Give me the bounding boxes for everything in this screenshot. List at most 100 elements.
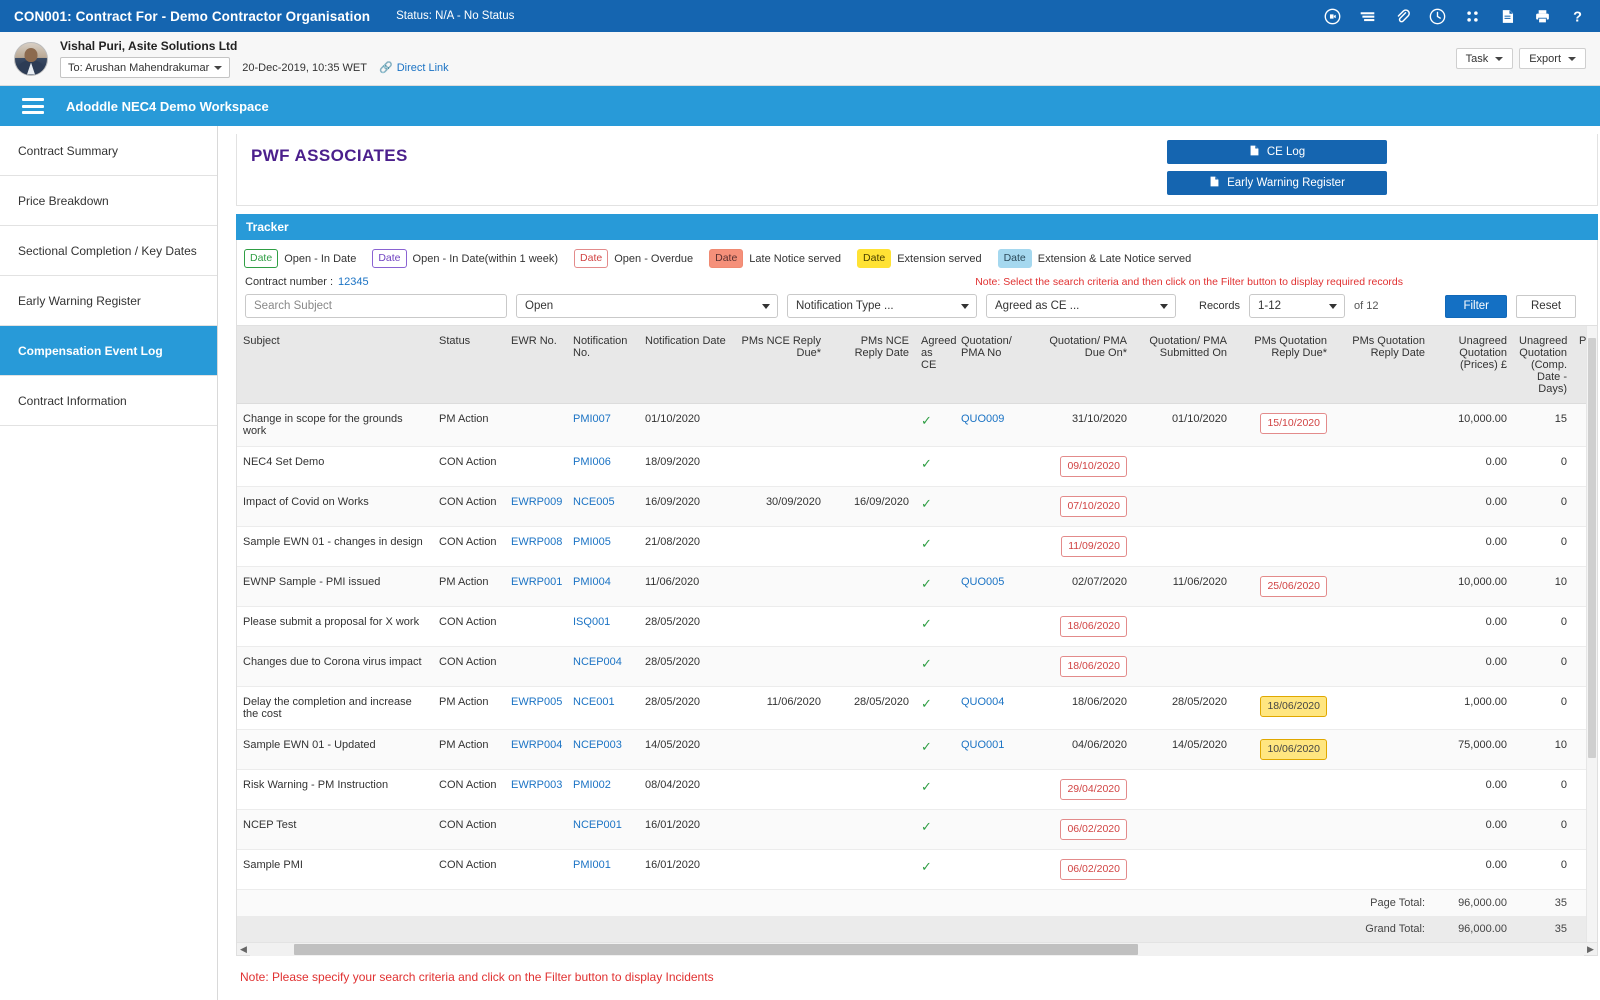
agreed-as-ce-select[interactable]: Agreed as CE ... xyxy=(986,294,1176,318)
table-row[interactable]: Sample PMI CON Action PMI001 16/01/2020 ✓ 06/… xyxy=(237,849,1597,890)
col-quotation-pma-no[interactable]: Quotation/ PMA No xyxy=(955,326,1027,404)
cell-notification-no[interactable]: PMI004 xyxy=(567,566,639,607)
status-filter-select[interactable]: Open xyxy=(516,294,778,318)
col-unagreed-quotation-prices[interactable]: Unagreed Quotation (Prices) £ xyxy=(1431,326,1513,404)
cell-ewr-no xyxy=(505,446,567,487)
table-row[interactable]: Change in scope for the grounds work PM A… xyxy=(237,403,1597,447)
cell-quotation-pma-no[interactable]: QUO005 xyxy=(955,566,1027,607)
table-row[interactable]: Changes due to Corona virus impact CON Ac… xyxy=(237,646,1597,687)
col-ewr-no[interactable]: EWR No. xyxy=(505,326,567,404)
ce-log-button[interactable]: CE Log xyxy=(1167,140,1387,164)
col-pms-quotation-reply-due[interactable]: PMs Quotation Reply Due* xyxy=(1233,326,1333,404)
table-vertical-scrollbar[interactable] xyxy=(1586,326,1597,942)
export-label: Export xyxy=(1529,52,1561,65)
cell-notification-no[interactable]: NCE001 xyxy=(567,686,639,730)
cell-quotation-pma-no[interactable]: QUO001 xyxy=(955,729,1027,770)
col-quotation-pma-due-on[interactable]: Quotation/ PMA Due On* xyxy=(1027,326,1133,404)
cell-quotation-submitted-on xyxy=(1133,446,1233,487)
cell-ewr-no[interactable]: EWRP009 xyxy=(505,486,567,527)
table-row[interactable]: Impact of Covid on Works CON Action EWRP00… xyxy=(237,486,1597,527)
col-quotation-pma-submitted-on[interactable]: Quotation/ PMA Submitted On xyxy=(1133,326,1233,404)
recipient-select[interactable]: To: Arushan Mahendrakumar xyxy=(60,57,231,78)
table-row[interactable]: Sample EWN 01 - changes in design CON Act… xyxy=(237,526,1597,567)
table-row[interactable]: Please submit a proposal for X work CON A… xyxy=(237,606,1597,647)
table-row[interactable]: Risk Warning - PM Instruction CON Action E… xyxy=(237,769,1597,810)
col-notification-no[interactable]: Notification No. xyxy=(567,326,639,404)
col-pms-nce-reply-due[interactable]: PMs NCE Reply Due* xyxy=(735,326,827,404)
cell-ewr-no[interactable]: EWRP005 xyxy=(505,686,567,730)
cell-ewr-no xyxy=(505,606,567,647)
cell-unagreed-days: 10 xyxy=(1513,729,1573,770)
reset-button[interactable]: Reset xyxy=(1516,294,1577,318)
cell-notification-date: 18/09/2020 xyxy=(639,446,735,487)
table-row[interactable]: NCEP Test CON Action NCEP001 16/01/2020 ✓ 06/… xyxy=(237,809,1597,850)
video-icon[interactable] xyxy=(1324,8,1341,25)
paperclip-icon[interactable] xyxy=(1394,8,1411,25)
col-unagreed-quotation-comp-days[interactable]: Unagreed Quotation (Comp. Date - Days) xyxy=(1513,326,1573,404)
cell-ewr-no[interactable]: EWRP008 xyxy=(505,526,567,567)
cell-quotation-pma-no[interactable]: QUO009 xyxy=(955,403,1027,447)
scroll-right-arrow-icon[interactable]: ▶ xyxy=(1584,944,1597,955)
col-status[interactable]: Status xyxy=(433,326,505,404)
legend-chip: Date xyxy=(574,249,609,268)
cell-pms-nce-reply-date xyxy=(827,849,915,890)
task-button[interactable]: Task xyxy=(1455,48,1514,69)
records-range-select[interactable]: 1-12 xyxy=(1248,294,1345,318)
notification-type-select[interactable]: Notification Type ... xyxy=(787,294,977,318)
cell-notification-date: 11/06/2020 xyxy=(639,566,735,607)
direct-link[interactable]: 🔗 Direct Link xyxy=(379,61,449,75)
horizontal-scrollbar-thumb[interactable] xyxy=(294,943,1138,955)
vertical-scrollbar-thumb[interactable] xyxy=(1588,338,1596,758)
table-row[interactable]: Sample EWN 01 - Updated PM Action EWRP004 N… xyxy=(237,729,1597,770)
cell-quotation-pma-no[interactable]: QUO004 xyxy=(955,686,1027,730)
sidebar-item-contract-summary[interactable]: Contract Summary xyxy=(0,126,217,176)
date-badge-overdue: 07/10/2020 xyxy=(1060,496,1127,517)
col-agreed-as-ce[interactable]: Agreed as CE xyxy=(915,326,956,404)
filter-button[interactable]: Filter xyxy=(1445,294,1507,318)
cell-ewr-no[interactable]: EWRP004 xyxy=(505,729,567,770)
col-pms-nce-reply-date[interactable]: PMs NCE Reply Date xyxy=(827,326,915,404)
printer-icon[interactable] xyxy=(1534,8,1551,25)
sidebar-item-contract-information[interactable]: Contract Information xyxy=(0,376,217,426)
early-warning-register-button[interactable]: Early Warning Register xyxy=(1167,171,1387,195)
cell-notification-no[interactable]: NCE005 xyxy=(567,486,639,527)
table-row[interactable]: EWNP Sample - PMI issued PM Action EWRP001… xyxy=(237,566,1597,607)
col-notification-date[interactable]: Notification Date xyxy=(639,326,735,404)
list-lines-icon[interactable] xyxy=(1359,8,1376,25)
cell-notification-no[interactable]: PMI006 xyxy=(567,446,639,487)
cell-unagreed-price: 0.00 xyxy=(1431,446,1513,487)
sidebar-item-price-breakdown[interactable]: Price Breakdown xyxy=(0,176,217,226)
scroll-left-arrow-icon[interactable]: ◀ xyxy=(237,944,250,955)
cell-notification-no[interactable]: NCEP004 xyxy=(567,646,639,687)
sidebar-item-compensation-event-log[interactable]: Compensation Event Log xyxy=(0,326,217,376)
cell-notification-no[interactable]: PMI002 xyxy=(567,769,639,810)
cell-notification-no[interactable]: PMI007 xyxy=(567,403,639,447)
document-icon[interactable] xyxy=(1499,8,1516,25)
hamburger-menu-icon[interactable] xyxy=(22,98,44,114)
cell-notification-no[interactable]: ISQ001 xyxy=(567,606,639,647)
table-row[interactable]: Delay the completion and increase the co… xyxy=(237,686,1597,730)
help-icon[interactable]: ? xyxy=(1569,8,1586,24)
col-subject[interactable]: Subject xyxy=(237,326,433,404)
cell-notification-no[interactable]: PMI001 xyxy=(567,849,639,890)
cell-agreed-as-ce: ✓ xyxy=(915,606,955,647)
col-pms-quotation-reply-date[interactable]: PMs Quotation Reply Date xyxy=(1333,326,1431,404)
table-row[interactable]: NEC4 Set Demo CON Action PMI006 18/09/2020 ✓… xyxy=(237,446,1597,487)
export-button[interactable]: Export xyxy=(1519,48,1586,69)
chevron-down-icon xyxy=(1495,56,1504,61)
page-total-price: 96,000.00 xyxy=(1431,889,1513,916)
sidebar-item-sectional-completion[interactable]: Sectional Completion / Key Dates xyxy=(0,226,217,276)
grid-apps-icon[interactable] xyxy=(1464,8,1481,25)
cell-ewr-no[interactable]: EWRP003 xyxy=(505,769,567,810)
sidebar-item-early-warning-register[interactable]: Early Warning Register xyxy=(0,276,217,326)
cell-ewr-no[interactable]: EWRP001 xyxy=(505,566,567,607)
cell-notification-no[interactable]: NCEP001 xyxy=(567,809,639,850)
cell-unagreed-days: 0 xyxy=(1513,849,1573,890)
cell-notification-no[interactable]: PMI005 xyxy=(567,526,639,567)
page-title: PWF ASSOCIATES xyxy=(251,146,408,165)
table-horizontal-scrollbar[interactable]: ◀ ▶ xyxy=(237,942,1597,956)
cell-notification-no[interactable]: NCEP003 xyxy=(567,729,639,770)
search-input[interactable] xyxy=(245,294,507,318)
horizontal-scrollbar-track[interactable] xyxy=(250,942,1584,956)
clock-icon[interactable] xyxy=(1429,8,1446,25)
